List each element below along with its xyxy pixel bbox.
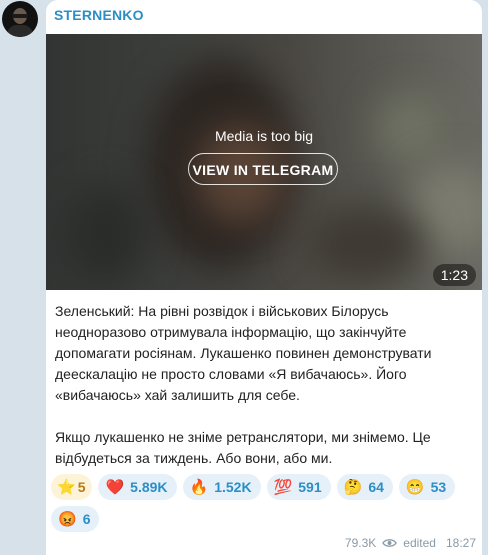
reaction-grin[interactable]: 😁 53 xyxy=(398,474,456,500)
eye-icon xyxy=(382,539,398,547)
reaction-count: 1.52K xyxy=(214,479,252,495)
message-paragraph: Зеленський: На рівні розвідок і військов… xyxy=(55,303,432,403)
grin-icon: 😁 xyxy=(405,478,425,496)
reaction-fire[interactable]: 🔥 1.52K xyxy=(182,474,261,500)
blurred-shape xyxy=(306,204,426,284)
media-too-big-text: Media is too big xyxy=(214,128,314,144)
avatar-glasses xyxy=(12,14,28,18)
view-in-telegram-button[interactable]: VIEW IN TELEGRAM xyxy=(188,153,338,185)
fire-icon: 🔥 xyxy=(189,478,209,496)
message-bubble: STERNENKO Media is too big VIEW IN TELEG… xyxy=(46,0,482,555)
reactions-bar: ⭐ 5 ❤️ 5.89K 🔥 1.52K 💯 591 🤔 64 😁 53 😡 6 xyxy=(51,474,479,532)
video-preview[interactable]: Media is too big VIEW IN TELEGRAM 1:23 xyxy=(46,34,482,290)
heart-icon: ❤️ xyxy=(105,478,125,496)
angry-face-icon: 😡 xyxy=(58,510,77,528)
reaction-count: 591 xyxy=(298,479,322,495)
reaction-thinking[interactable]: 🤔 64 xyxy=(336,474,393,500)
thinking-face-icon: 🤔 xyxy=(343,478,363,496)
channel-avatar[interactable] xyxy=(2,1,38,37)
star-icon: ⭐ xyxy=(57,478,76,496)
reaction-count: 64 xyxy=(368,479,384,495)
reaction-count: 53 xyxy=(430,479,447,495)
blurred-shape xyxy=(66,184,146,284)
reaction-count: 5.89K xyxy=(130,479,168,495)
hundred-icon: 💯 xyxy=(273,478,293,496)
edited-label: edited xyxy=(403,536,436,550)
message-time: 18:27 xyxy=(445,536,476,550)
channel-name[interactable]: STERNENKO xyxy=(54,7,144,23)
view-count: 79.3K xyxy=(344,536,377,550)
reaction-heart[interactable]: ❤️ 5.89K xyxy=(98,474,177,500)
reaction-star[interactable]: ⭐ 5 xyxy=(51,474,93,500)
message-paragraph: Якщо лукашенко не зніме ретранслятори, м… xyxy=(55,429,431,466)
reaction-count: 5 xyxy=(77,479,86,495)
message-text: Зеленський: На рівні розвідок і військов… xyxy=(55,301,475,469)
reaction-angry[interactable]: 😡 6 xyxy=(51,506,100,532)
reaction-hundred[interactable]: 💯 591 xyxy=(266,474,331,500)
video-duration: 1:23 xyxy=(432,264,476,286)
message-footer: 79.3K edited 18:27 xyxy=(345,536,476,550)
reaction-count: 6 xyxy=(82,511,91,527)
avatar-body xyxy=(7,25,33,37)
